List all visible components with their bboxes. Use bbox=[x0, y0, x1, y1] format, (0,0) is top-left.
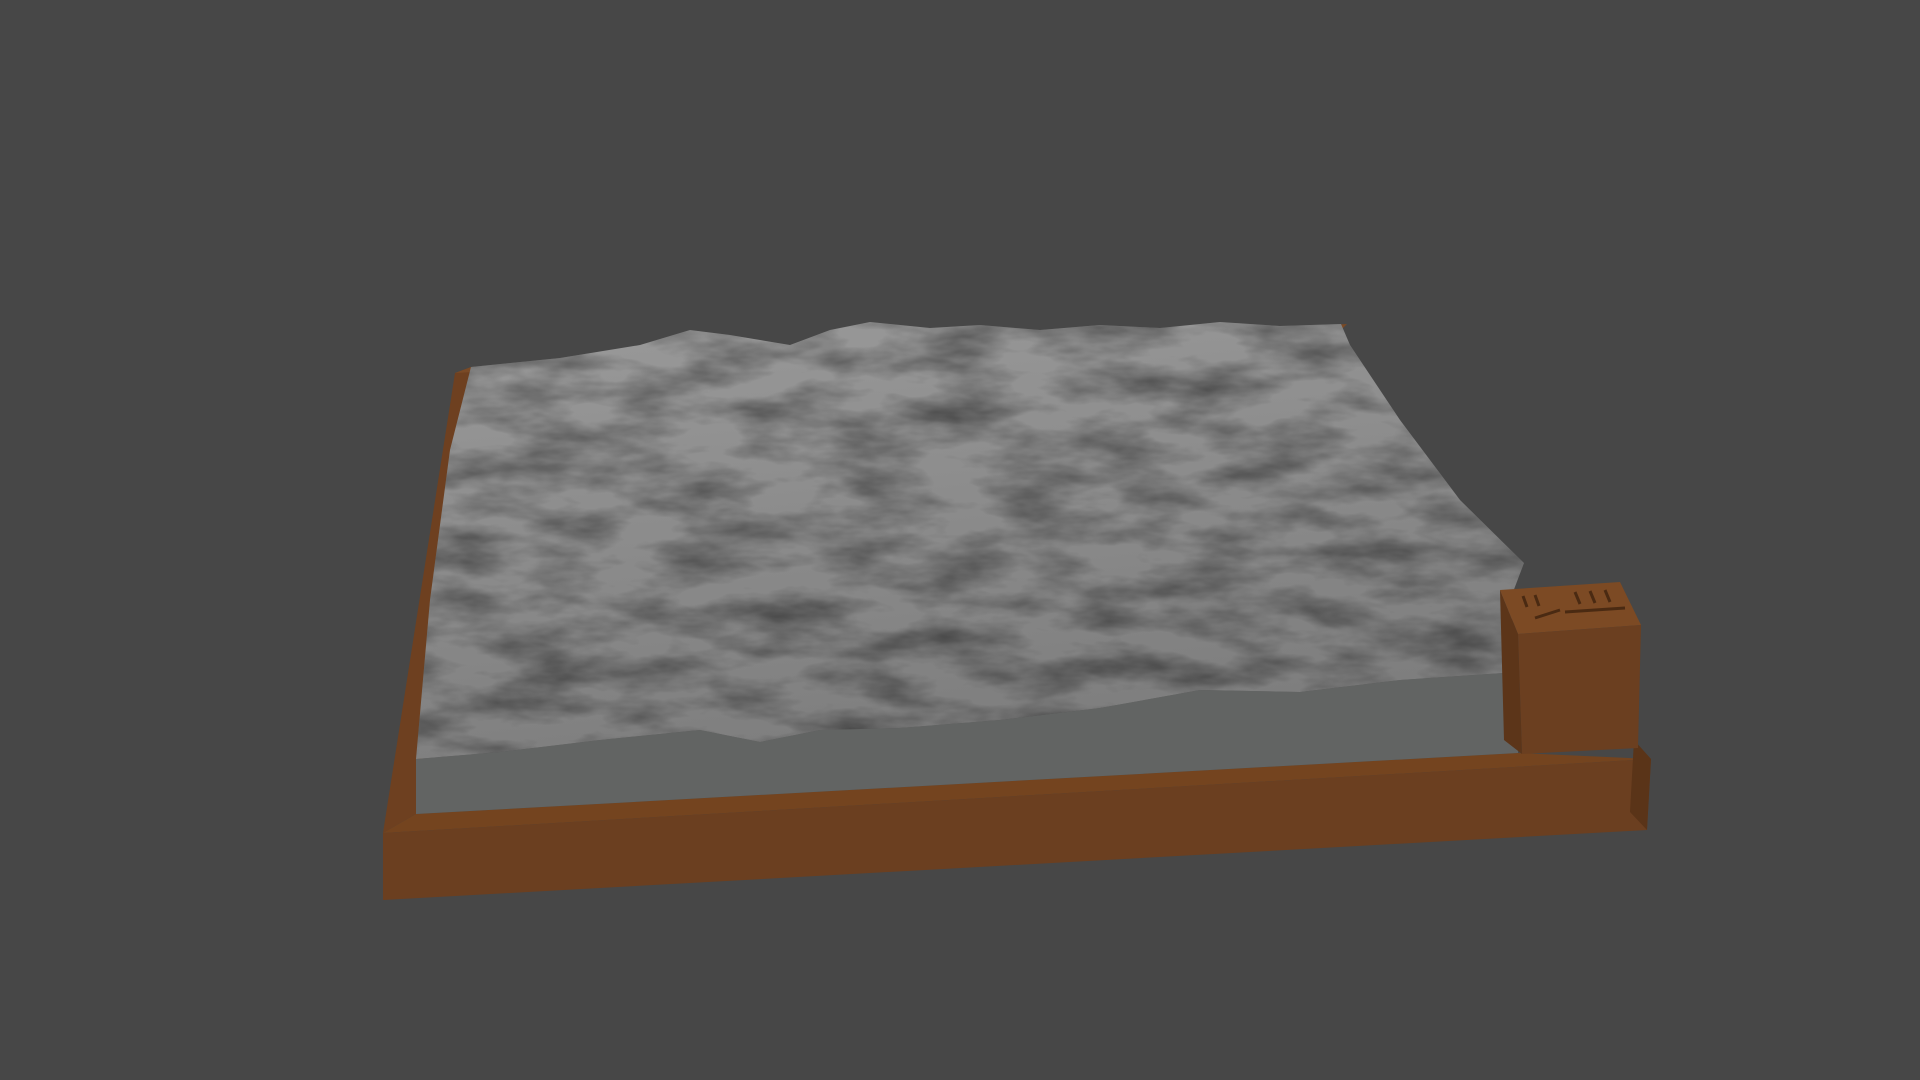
3d-viewport[interactable] bbox=[0, 0, 1920, 1080]
terrain-model bbox=[383, 322, 1651, 900]
label-block-front bbox=[1518, 625, 1641, 754]
label-block bbox=[1500, 582, 1641, 754]
